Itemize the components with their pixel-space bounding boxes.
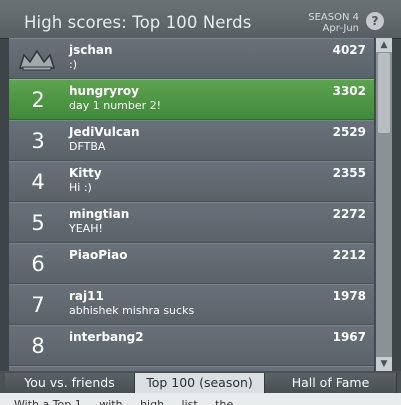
list-item[interactable]: 6 PiaoPiao 2212 <box>9 243 374 284</box>
player-score: 2272 <box>332 207 366 221</box>
scroll-thumb[interactable] <box>378 53 390 133</box>
season-range: Apr-Jun <box>322 23 359 34</box>
player-score: 2212 <box>332 248 366 262</box>
player-rank: 6 <box>31 252 45 276</box>
player-score: 3302 <box>332 84 366 98</box>
list-item[interactable]: 4 Kitty Hi :) 2355 <box>9 161 374 202</box>
list-item[interactable]: 7 raj11 abhishek mishra sucks 1978 <box>9 284 374 325</box>
tab-top-100-season[interactable]: Top 100 (season) <box>135 373 265 393</box>
player-name: raj11 <box>69 289 104 303</box>
header-bar: High scores: Top 100 Nerds SEASON 4 Apr-… <box>0 0 401 39</box>
player-name: interbang2 <box>69 330 144 344</box>
player-name: Kitty <box>69 166 102 180</box>
player-status: DFTBA <box>69 140 106 153</box>
player-rank: 3 <box>31 129 45 153</box>
list-item[interactable]: 8 interbang2 1967 <box>9 325 374 366</box>
player-name: hungryroy <box>69 84 139 98</box>
list-item[interactable]: 2 hungryroy day 1 number 2! 3302 <box>9 79 374 120</box>
player-score: 2355 <box>332 166 366 180</box>
scroll-up-icon[interactable]: ▲ <box>376 38 392 52</box>
season-name: SEASON 4 <box>308 12 359 23</box>
scrollbar[interactable]: ▲ ▼ <box>375 38 392 371</box>
player-rank: 4 <box>31 170 45 194</box>
player-status: :) <box>69 58 77 71</box>
player-score: 4027 <box>332 43 366 57</box>
page-title: High scores: Top 100 Nerds <box>24 13 252 32</box>
player-rank: 2 <box>31 88 45 112</box>
crown-icon <box>17 48 57 72</box>
list-item[interactable]: 3 JediVulcan DFTBA 2529 <box>9 120 374 161</box>
player-rank: 8 <box>31 334 45 358</box>
player-status: Hi :) <box>69 181 92 194</box>
player-name: mingtian <box>69 207 130 221</box>
footer-text: With a Top 1 ... with ... high ... list … <box>0 393 401 405</box>
player-name: PiaoPiao <box>69 248 128 262</box>
player-status: abhishek mishra sucks <box>69 304 195 317</box>
player-score: 1967 <box>332 330 366 344</box>
player-name: JediVulcan <box>69 125 140 139</box>
list-item[interactable]: 5 mingtian YEAH! 2272 <box>9 202 374 243</box>
scores-list: jschan :) 4027 2 hungryroy day 1 number … <box>9 38 374 371</box>
player-rank: 5 <box>31 211 45 235</box>
player-status: day 1 number 2! <box>69 99 162 112</box>
help-icon[interactable]: ? <box>366 12 384 30</box>
tab-bar: You vs. friends Top 100 (season) Hall of… <box>0 371 401 393</box>
player-rank: 7 <box>31 293 45 317</box>
scroll-down-icon[interactable]: ▼ <box>376 357 392 371</box>
tab-you-vs-friends[interactable]: You vs. friends <box>5 373 135 393</box>
list-item[interactable]: jschan :) 4027 <box>9 38 374 79</box>
tab-hall-of-fame[interactable]: Hall of Fame <box>265 373 397 393</box>
player-score: 2529 <box>332 125 366 139</box>
player-status: YEAH! <box>69 222 103 235</box>
player-name: jschan <box>69 43 113 57</box>
player-score: 1978 <box>332 289 366 303</box>
